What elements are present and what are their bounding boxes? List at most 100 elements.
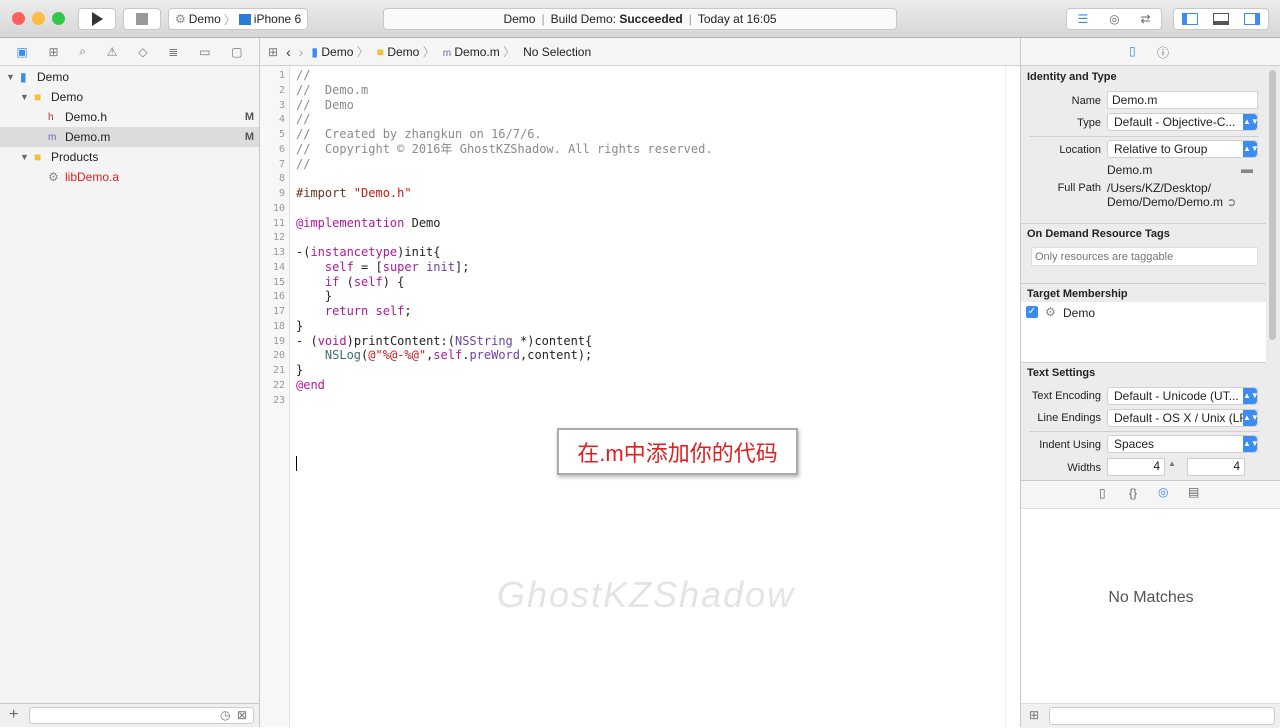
symbol-navigator-icon[interactable]: ⊞ <box>48 45 58 59</box>
toolbar: ⚙ Demo 〉 iPhone 6 Demo | Build Demo: Succe… <box>0 0 1280 38</box>
play-icon <box>91 12 103 26</box>
debug-toggle-icon[interactable] <box>1212 13 1229 25</box>
navigator-item[interactable]: h Demo.h M <box>0 107 259 127</box>
text-encoding-popup[interactable]: Default - Unicode (UT... ▲▼ <box>1107 387 1258 405</box>
navigator-toggle-icon[interactable] <box>1181 13 1198 25</box>
section-identity-title: Identity and Type <box>1027 71 1117 83</box>
code-line: return self; <box>296 304 412 319</box>
scm-status-badge: M <box>244 131 254 143</box>
source-editor[interactable]: 1 2 3 4 5 6 7 8 9 10 11 12 13 14 15 16 17 18 19 20 21 22 23 //… <box>260 66 1020 727</box>
scheme-selector[interactable]: ⚙ Demo 〉 iPhone 6 <box>168 8 308 30</box>
close-button[interactable] <box>12 12 25 25</box>
annotation-callout: 在.m中添加你的代码 <box>557 428 798 475</box>
resource-tags-input[interactable] <box>1031 247 1258 266</box>
code-token: Demo <box>404 215 441 230</box>
project-navigator-icon[interactable]: ▣ <box>16 45 27 59</box>
breadcrumb-project[interactable]: ▮ Demo 〉 <box>311 43 368 60</box>
navigator-item[interactable]: ▼ ▮ Demo <box>0 67 259 87</box>
navigator-item[interactable]: ⚙ libDemo.a <box>0 167 259 187</box>
back-button[interactable]: ‹ <box>286 44 291 60</box>
search-icon[interactable]: ⌕ <box>79 44 86 59</box>
inspector-scrollbar[interactable] <box>1269 70 1276 340</box>
code-token: #import <box>296 186 354 200</box>
navigator-item[interactable]: ▼ ■ Products <box>0 147 259 167</box>
jump-bar: ⊞ ‹ › ▮ Demo 〉 ■ Demo 〉 m Demo.m 〉 No Se… <box>260 38 1020 66</box>
code-line: // Created by zhangkun on 16/7/6. <box>296 127 542 142</box>
media-library-icon[interactable]: ▤ <box>1188 485 1199 499</box>
code-token: ; <box>404 304 412 318</box>
debug-navigator-icon[interactable]: ≣ <box>168 45 178 59</box>
no-matches-label: No Matches <box>1108 589 1194 606</box>
code-line: -(instancetype)init{ <box>296 245 441 260</box>
file-template-library-icon[interactable]: ▯ <box>1099 486 1106 500</box>
object-library-icon[interactable]: ◎ <box>1158 485 1168 499</box>
navigator-item[interactable]: m Demo.m M <box>0 127 259 147</box>
utilities-toggle-icon[interactable] <box>1244 13 1261 25</box>
report-navigator-icon[interactable]: ▢ <box>231 45 242 59</box>
standard-editor-icon[interactable]: ☰ <box>1077 12 1088 26</box>
tab-width-stepper[interactable]: 4 <box>1107 458 1165 476</box>
code-token: if <box>324 274 340 289</box>
code-token: self <box>324 259 354 274</box>
type-popup[interactable]: Default - Objective-C... ▲▼ <box>1107 113 1258 131</box>
scm-filter-icon[interactable]: ⊠ <box>237 708 247 722</box>
version-editor-icon[interactable]: ⇄ <box>1140 12 1150 26</box>
run-button[interactable] <box>78 8 116 30</box>
navigator-item-label: Demo <box>37 70 70 84</box>
code-token: *)content{ <box>512 333 593 348</box>
quick-help-icon[interactable]: ⓘ <box>1157 44 1169 61</box>
chevron-updown-icon: ▲▼ <box>1243 388 1257 404</box>
line-number: 3 <box>278 99 285 111</box>
disclosure-triangle-icon[interactable]: ▼ <box>6 72 15 82</box>
disclosure-triangle-icon[interactable]: ▼ <box>20 152 29 162</box>
target-checkbox[interactable]: ✓ <box>1026 306 1038 318</box>
stepper-arrows-icon[interactable]: ▲ <box>1168 459 1176 468</box>
editor-mode-control[interactable]: ☰ ◎ ⇄ <box>1066 8 1162 30</box>
location-popup[interactable]: Relative to Group ▲▼ <box>1107 140 1258 158</box>
folder-icon[interactable]: ▬ <box>1241 162 1253 176</box>
line-number: 6 <box>278 143 285 155</box>
line-number: 19 <box>272 335 285 347</box>
disclosure-triangle-icon[interactable]: ▼ <box>20 92 29 102</box>
breakpoint-navigator-icon[interactable]: ▭ <box>199 45 210 59</box>
assistant-editor-icon[interactable]: ◎ <box>1109 12 1119 26</box>
add-icon[interactable]: + <box>9 706 18 724</box>
code-line: #import "Demo.h" <box>296 186 412 201</box>
grid-view-icon[interactable]: ⊞ <box>1029 708 1039 722</box>
forward-button[interactable]: › <box>299 44 304 60</box>
code-snippet-library-icon[interactable]: {} <box>1129 486 1137 500</box>
recent-files-icon[interactable]: ◷ <box>220 708 230 722</box>
code-line: } <box>296 363 303 378</box>
name-field[interactable]: Demo.m <box>1107 91 1258 109</box>
related-items-icon[interactable]: ⊞ <box>268 45 278 59</box>
breadcrumb-symbol[interactable]: No Selection <box>523 45 591 59</box>
breadcrumb-file[interactable]: m Demo.m 〉 <box>443 43 515 60</box>
code-token: } <box>296 363 304 377</box>
code-line: } <box>296 319 303 334</box>
navigator-filter-bar: + ◷ ⊠ <box>0 703 260 727</box>
view-toggle-control[interactable] <box>1173 8 1269 30</box>
code-token: = [ <box>353 259 383 274</box>
reveal-in-finder-icon[interactable]: ➲ <box>1226 195 1236 209</box>
minimize-button[interactable] <box>32 12 45 25</box>
line-number: 2 <box>278 84 285 96</box>
zoom-button[interactable] <box>52 12 65 25</box>
file-inspector-icon[interactable]: ▯ <box>1129 44 1136 58</box>
test-navigator-icon[interactable]: ◇ <box>138 45 147 59</box>
line-endings-popup[interactable]: Default - OS X / Unix (LF) ▲▼ <box>1107 409 1258 427</box>
code-token: ) { <box>382 274 405 289</box>
indent-width-stepper[interactable]: 4 <box>1187 458 1245 476</box>
breadcrumb-group[interactable]: ■ Demo 〉 <box>377 43 435 60</box>
indent-using-popup[interactable]: Spaces ▲▼ <box>1107 435 1258 453</box>
library-filter-input[interactable] <box>1049 707 1275 725</box>
code-line: NSLog(@"%@-%@",self.preWord,content); <box>296 348 592 363</box>
stop-button[interactable] <box>123 8 161 30</box>
code-line: } <box>296 289 332 304</box>
project-icon: ▮ <box>20 70 27 84</box>
navigator-item[interactable]: ▼ ■ Demo <box>0 87 259 107</box>
line-number: 16 <box>272 291 285 303</box>
issue-warning-icon[interactable]: ⚠ <box>107 45 118 59</box>
